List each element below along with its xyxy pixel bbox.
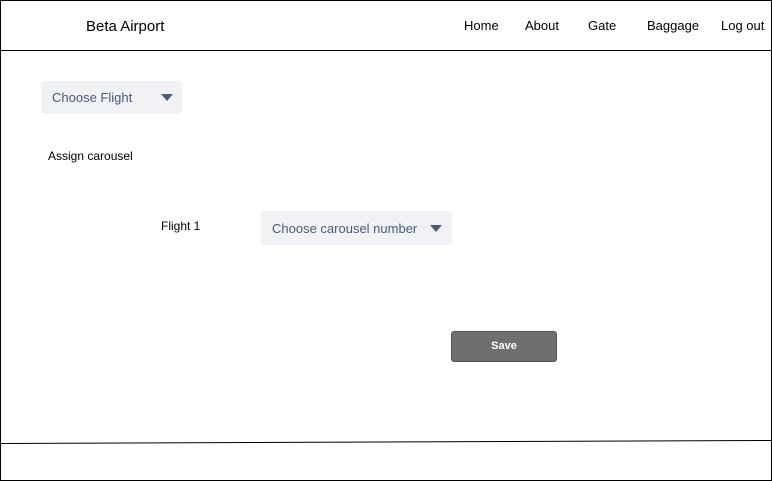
flight-label: Flight 1 <box>161 219 201 233</box>
nav-log-out[interactable]: Log out <box>721 18 764 33</box>
caret-down-icon <box>430 225 442 232</box>
carousel-number-select[interactable]: Choose carousel number <box>261 211 452 245</box>
footer-divider <box>1 440 771 444</box>
save-button[interactable]: Save <box>451 331 557 362</box>
assign-carousel-title: Assign carousel <box>48 149 133 163</box>
nav-about[interactable]: About <box>525 18 559 33</box>
nav-baggage[interactable]: Baggage <box>647 18 699 33</box>
flight-select[interactable]: Choose Flight <box>41 81 182 114</box>
flight-select-value: Choose Flight <box>52 90 133 105</box>
nav-gate[interactable]: Gate <box>588 18 616 33</box>
brand-title: Beta Airport <box>86 18 165 35</box>
caret-down-icon <box>161 94 173 101</box>
carousel-select-value: Choose carousel number <box>272 221 418 236</box>
app-window: Beta Airport Home About Gate Baggage Log… <box>0 0 772 481</box>
nav-home[interactable]: Home <box>464 18 499 33</box>
top-header: Beta Airport Home About Gate Baggage Log… <box>1 1 771 51</box>
